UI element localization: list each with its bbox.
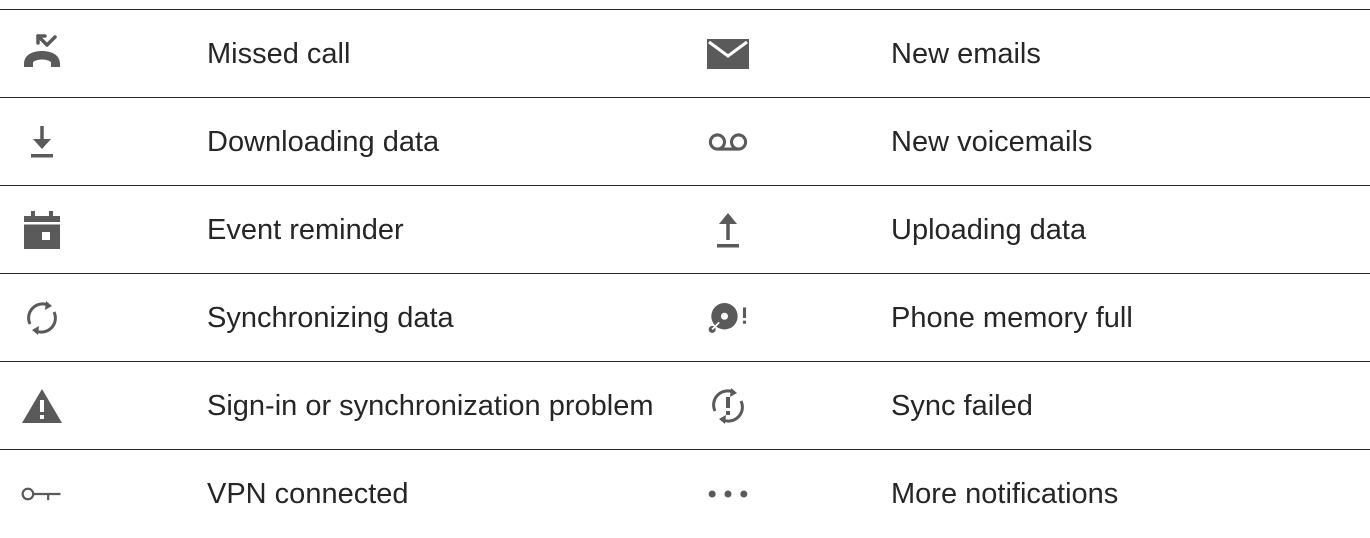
legend-label: Downloading data <box>207 126 440 158</box>
legend-label: New emails <box>891 38 1041 70</box>
memory-full-icon <box>706 296 750 340</box>
upload-icon <box>706 208 750 252</box>
legend-label: New voicemails <box>891 126 1093 158</box>
more-dots-icon <box>706 472 750 516</box>
legend-label: More notifications <box>891 478 1119 510</box>
missed-call-icon <box>20 32 64 76</box>
notification-icon-legend: Missed call New emails Downloading data <box>0 0 1370 526</box>
legend-label: Missed call <box>207 38 351 70</box>
legend-label: Phone memory full <box>891 302 1133 334</box>
vpn-key-icon <box>20 472 64 516</box>
download-icon <box>20 120 64 164</box>
legend-row: Event reminder Uploading data <box>0 186 1370 274</box>
sync-failed-icon <box>706 384 750 428</box>
legend-label: Synchronizing data <box>207 302 454 334</box>
warning-icon <box>20 384 64 428</box>
legend-label: Sync failed <box>891 390 1033 422</box>
legend-row: Sign-in or synchronization problem Sync … <box>0 362 1370 450</box>
legend-label: Uploading data <box>891 214 1087 246</box>
legend-row: Missed call New emails <box>0 10 1370 98</box>
legend-row: Synchronizing data Phone memory full <box>0 274 1370 362</box>
sync-icon <box>20 296 64 340</box>
legend-label: Sign-in or synchronization problem <box>207 390 654 422</box>
legend-label: VPN connected <box>207 478 409 510</box>
email-icon <box>706 32 750 76</box>
legend-label: Event reminder <box>207 214 404 246</box>
calendar-icon <box>20 208 64 252</box>
legend-row: Downloading data New voicemails <box>0 98 1370 186</box>
legend-row: VPN connected More notifications <box>0 450 1370 526</box>
voicemail-icon <box>706 120 750 164</box>
